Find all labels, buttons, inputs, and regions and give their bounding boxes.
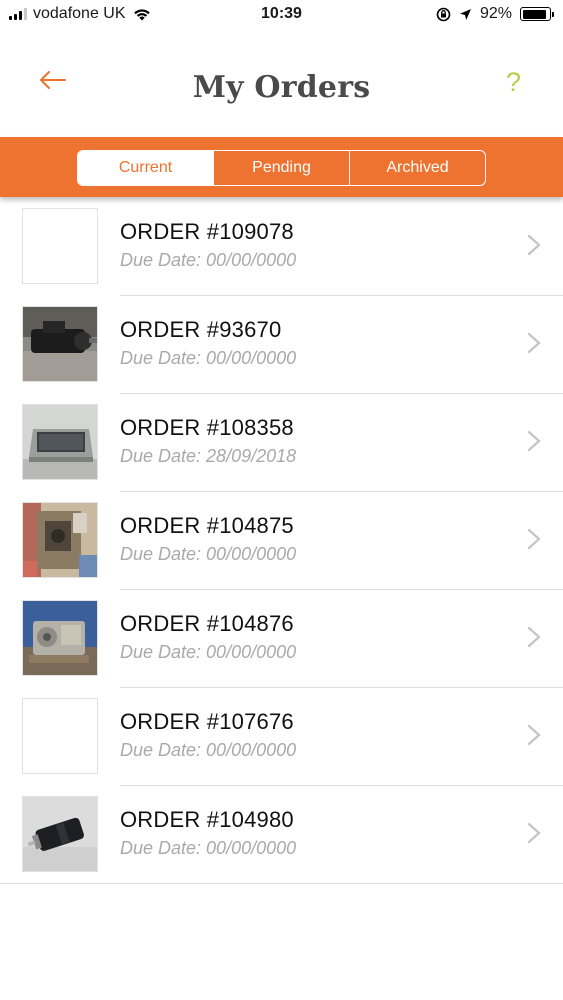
list-item[interactable]: ORDER #109078 Due Date: 00/00/0000	[0, 198, 563, 296]
status-bar: vodafone UK 10:39 92%	[0, 0, 563, 30]
order-thumbnail	[22, 698, 98, 774]
list-item[interactable]: ORDER #107676 Due Date: 00/00/0000	[0, 688, 563, 786]
due-date: Due Date: 00/00/0000	[120, 348, 297, 368]
orientation-lock-icon	[436, 7, 451, 21]
order-number: ORDER #107676	[120, 709, 294, 734]
chevron-right-icon	[527, 626, 541, 648]
nav-header: My Orders ?	[0, 30, 563, 135]
list-item[interactable]: ORDER #108358 Due Date: 28/09/2018	[0, 394, 563, 492]
tab-archived[interactable]: Archived	[349, 151, 485, 185]
order-number: ORDER #104980	[120, 807, 294, 832]
due-date: Due Date: 28/09/2018	[120, 446, 297, 466]
chevron-right-icon	[527, 822, 541, 844]
order-number: ORDER #108358	[120, 415, 294, 440]
order-thumbnail	[22, 208, 98, 284]
list-item[interactable]: ORDER #104876 Due Date: 00/00/0000	[0, 590, 563, 688]
due-date: Due Date: 00/00/0000	[120, 250, 297, 270]
list-item[interactable]: ORDER #104875 Due Date: 00/00/0000	[0, 492, 563, 590]
list-item[interactable]: ORDER #104980 Due Date: 00/00/0000	[0, 786, 563, 884]
chevron-right-icon	[527, 724, 541, 746]
battery-level	[522, 9, 547, 19]
divider	[0, 883, 563, 884]
chevron-right-icon	[527, 528, 541, 550]
due-date: Due Date: 00/00/0000	[120, 838, 297, 858]
order-list: ORDER #109078 Due Date: 00/00/0000 ORDER…	[0, 198, 563, 884]
order-number: ORDER #104875	[120, 513, 294, 538]
tab-current[interactable]: Current	[78, 151, 213, 185]
due-date: Due Date: 00/00/0000	[120, 740, 297, 760]
tab-bar: Current Pending Archived	[0, 137, 563, 197]
location-arrow-icon	[459, 8, 471, 20]
order-thumbnail	[22, 404, 98, 480]
order-thumbnail	[22, 600, 98, 676]
segmented-control: Current Pending Archived	[77, 150, 486, 186]
chevron-right-icon	[527, 234, 541, 256]
battery-percent: 92%	[479, 5, 512, 22]
list-item[interactable]: ORDER #93670 Due Date: 00/00/0000	[0, 296, 563, 394]
order-number: ORDER #109078	[120, 219, 294, 244]
chevron-right-icon	[527, 430, 541, 452]
order-thumbnail	[22, 796, 98, 872]
order-number: ORDER #104876	[120, 611, 294, 636]
order-number: ORDER #93670	[120, 317, 282, 342]
status-right: 92%	[436, 5, 554, 23]
page-title: My Orders	[192, 70, 371, 105]
battery-icon	[520, 7, 554, 21]
order-thumbnail	[22, 306, 98, 382]
order-thumbnail	[22, 502, 98, 578]
chevron-right-icon	[527, 332, 541, 354]
tab-pending[interactable]: Pending	[213, 151, 349, 185]
due-date: Due Date: 00/00/0000	[120, 544, 297, 564]
due-date: Due Date: 00/00/0000	[120, 642, 297, 662]
help-button[interactable]: ?	[506, 67, 521, 98]
